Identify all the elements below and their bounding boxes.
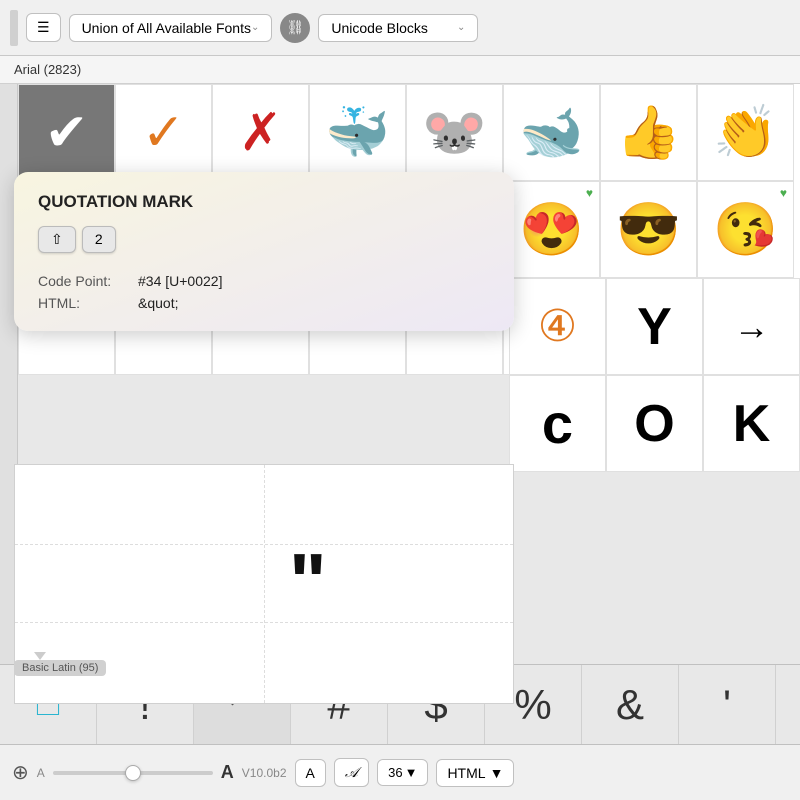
emoji-cell-mouse[interactable]: 🐭	[406, 84, 503, 181]
size-value: 36	[388, 765, 402, 780]
link-icon: ⛓	[286, 19, 304, 36]
fav-heart-1: ♥	[586, 186, 593, 200]
main-area: ✔ ✓ ✗ 🐳 🐭 🐋 👍 👏 😍 ♥ 😎 😘 ♥ �	[0, 84, 800, 744]
bottom-char-apostrophe[interactable]: '	[679, 665, 776, 745]
font-italic-button[interactable]: 𝒜	[334, 758, 369, 787]
format-dropdown-arrow: ▼	[490, 765, 504, 781]
emoji-cell-x[interactable]: ✗	[212, 84, 309, 181]
html-value: &quot;	[138, 295, 490, 311]
tooltip-info: Code Point: #34 [U+0022] HTML: &quot;	[38, 273, 490, 311]
version-label: V10.0b2	[242, 766, 287, 780]
char-row-right-1: ④ Y →	[509, 278, 800, 375]
emoji-cell-hearts-eyes[interactable]: 😍 ♥	[503, 181, 600, 278]
key-2[interactable]: 2	[82, 226, 116, 253]
emoji-cell-sunglasses[interactable]: 😎	[600, 181, 697, 278]
size-control[interactable]: 36 ▼	[377, 759, 428, 786]
unicode-dropdown-arrow: ⌄	[457, 22, 465, 33]
char-cell-k[interactable]: K	[703, 375, 800, 472]
tooltip-arrow	[34, 652, 46, 660]
link-button[interactable]: ⛓	[280, 13, 310, 43]
font-dropdown-arrow: ⌄	[251, 22, 259, 33]
left-edge-handle	[10, 10, 18, 46]
emoji-cell-thumbsup[interactable]: 👍	[600, 84, 697, 181]
char-cell-4-circle[interactable]: ④	[509, 278, 606, 375]
emoji-cell-clap[interactable]: 👏	[697, 84, 794, 181]
tooltip-popup: QUOTATION MARK ⇧ 2 Code Point: #34 [U+00…	[14, 172, 514, 331]
subtitle-bar: Arial (2823)	[0, 56, 800, 84]
unicode-label: Unicode Blocks	[331, 20, 428, 36]
code-point-value: #34 [U+0022]	[138, 273, 490, 289]
slider-thumb	[125, 765, 141, 781]
char-cell-c[interactable]: c	[509, 375, 606, 472]
char-cell-y[interactable]: Y	[606, 278, 703, 375]
bottom-toolbar: ⊕ A A V10.0b2 A 𝒜 36 ▼ HTML ▼	[0, 744, 800, 800]
menu-icon: ☰	[37, 19, 50, 36]
section-label: Basic Latin (95)	[14, 660, 106, 676]
emoji-row-1: ✔ ✓ ✗ 🐳 🐭 🐋 👍 👏	[18, 84, 800, 181]
format-label: HTML	[447, 765, 485, 781]
size-label-large: A	[221, 762, 234, 783]
html-label: HTML:	[38, 295, 138, 311]
char-cell-o[interactable]: O	[606, 375, 703, 472]
code-point-label: Code Point:	[38, 273, 138, 289]
font-selector[interactable]: Union of All Available Fonts ⌄	[69, 14, 273, 42]
fav-heart-2: ♥	[780, 186, 787, 200]
key-shift[interactable]: ⇧	[38, 226, 76, 253]
emoji-cell-whale2[interactable]: 🐋	[503, 84, 600, 181]
char-cell-arrow[interactable]: →	[703, 278, 800, 375]
unicode-selector[interactable]: Unicode Blocks ⌄	[318, 14, 478, 42]
menu-button[interactable]: ☰	[26, 13, 61, 42]
emoji-cell-check[interactable]: ✓	[115, 84, 212, 181]
format-selector[interactable]: HTML ▼	[436, 759, 514, 787]
zoom-icon[interactable]: ⊕	[12, 760, 29, 785]
tooltip-keys: ⇧ 2	[38, 226, 490, 253]
emoji-cell-whale[interactable]: 🐳	[309, 84, 406, 181]
font-a-button[interactable]: A	[295, 759, 326, 787]
tooltip-title: QUOTATION MARK	[38, 192, 490, 212]
font-size-slider[interactable]	[53, 771, 213, 775]
char-row-right-2: c O K	[509, 375, 800, 472]
font-name-label: Union of All Available Fonts	[82, 20, 251, 36]
size-label-small: A	[37, 766, 45, 780]
preview-divider-v	[264, 465, 265, 703]
bottom-char-ampersand[interactable]: &	[582, 665, 679, 745]
emoji-cell-checkmark[interactable]: ✔	[18, 84, 115, 181]
size-unit: ▼	[405, 765, 418, 780]
section-label-area: Basic Latin (95)	[14, 652, 106, 676]
emoji-cell-kiss[interactable]: 😘 ♥	[697, 181, 794, 278]
preview-char: "	[289, 536, 327, 628]
top-toolbar: ☰ Union of All Available Fonts ⌄ ⛓ Unico…	[0, 0, 800, 56]
font-count-label: Arial (2823)	[14, 62, 81, 77]
